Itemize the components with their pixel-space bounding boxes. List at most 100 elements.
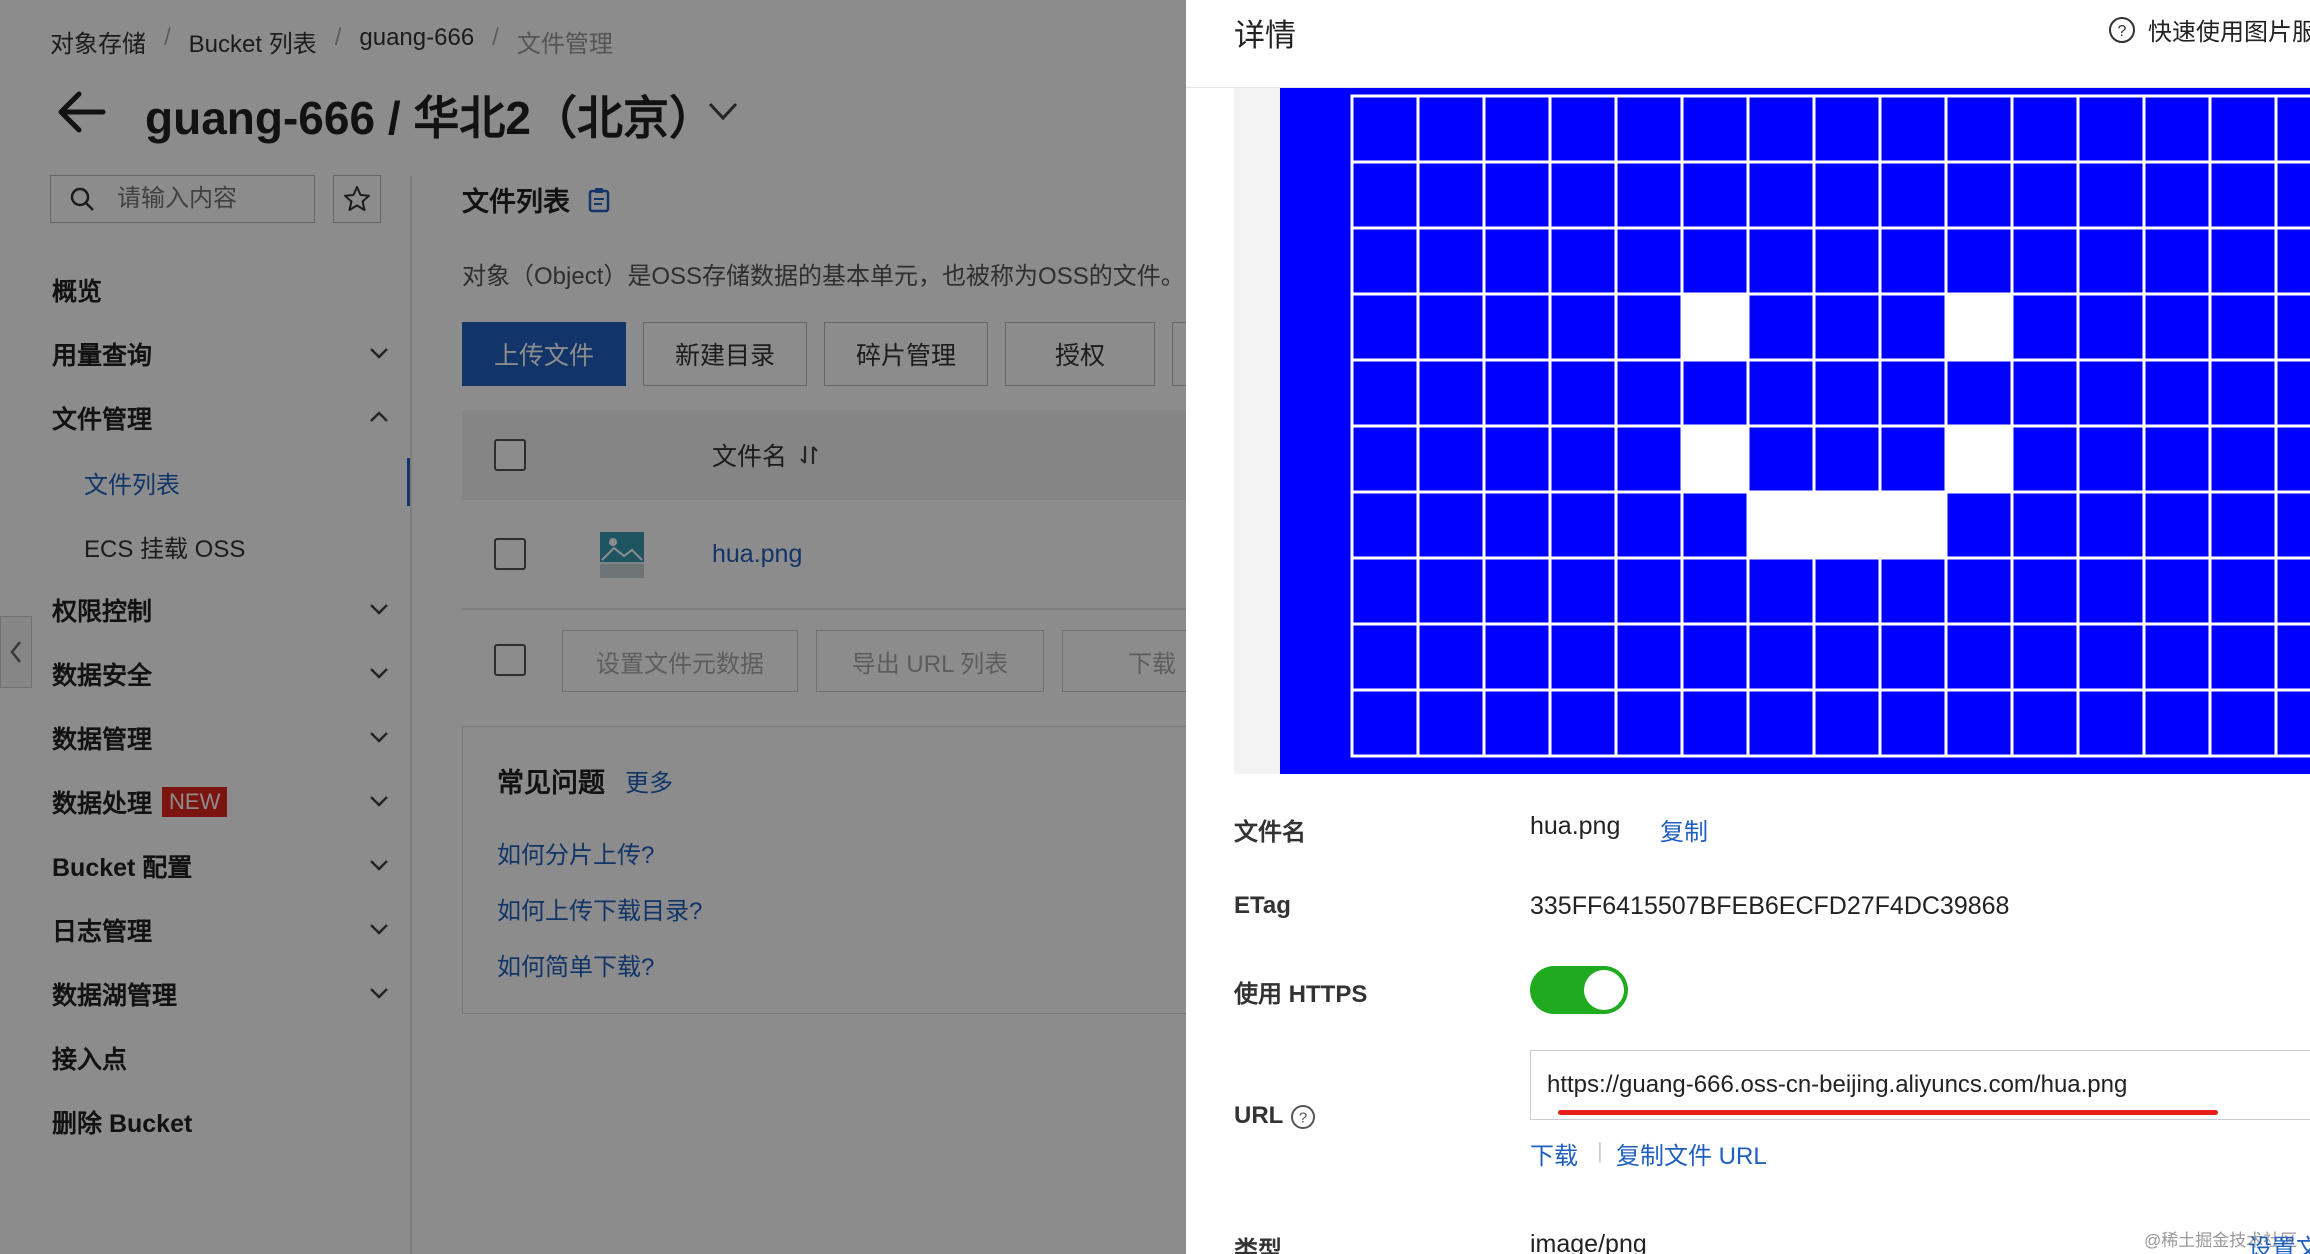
download-link[interactable]: 下载: [1530, 1136, 1578, 1171]
preview-pixel-cell: [2076, 94, 2146, 164]
preview-pixel-cell: [1482, 556, 1552, 626]
preview-pixel-cell: [2142, 490, 2212, 560]
preview-pixel-cell: [1614, 556, 1684, 626]
preview-pixel-cell: [1878, 424, 1948, 494]
preview-pixel-cell: [1416, 490, 1486, 560]
preview-pixel-cell: [1350, 556, 1420, 626]
link-separator: |: [1597, 1138, 1603, 1163]
preview-pixel-cell: [1350, 688, 1420, 758]
url-value[interactable]: https://guang-666.oss-cn-beijing.aliyunc…: [1547, 1071, 2127, 1099]
preview-pixel-cell: [1680, 94, 1750, 164]
preview-pixel-cell: [1350, 160, 1420, 230]
preview-pixel-cell: [1614, 226, 1684, 296]
preview-pixel-cell: [1350, 358, 1420, 428]
filename-label: 文件名: [1234, 819, 1306, 846]
preview-pixel-cell: [2076, 226, 2146, 296]
preview-pixel-cell: [2010, 688, 2080, 758]
preview-pixel-cell: [2274, 424, 2310, 494]
preview-pixel-cell: [2010, 622, 2080, 692]
preview-pixel-cell: [1614, 358, 1684, 428]
https-label: 使用 HTTPS: [1234, 981, 1368, 1008]
preview-pixel-cell: [1746, 556, 1816, 626]
preview-pixel-cell: [2142, 160, 2212, 230]
preview-pixel-cell: [2010, 226, 2080, 296]
preview-pixel-cell: [2208, 358, 2278, 428]
preview-pixel-cell: [1548, 292, 1618, 362]
preview-pixel-cell: [1350, 292, 1420, 362]
preview-pixel-cell: [2142, 622, 2212, 692]
preview-pixel-cell: [1878, 292, 1948, 362]
preview-pixel-cell: [1746, 94, 1816, 164]
svg-text:?: ?: [2118, 23, 2127, 40]
preview-pixel-cell: [1944, 424, 2014, 494]
preview-pixel-cell: [2010, 292, 2080, 362]
preview-pixel-cell: [1548, 622, 1618, 692]
preview-pixel-cell: [1878, 358, 1948, 428]
preview-pixel-cell: [1746, 160, 1816, 230]
type-label: 类型: [1234, 1237, 1282, 1254]
preview-pixel-cell: [2076, 424, 2146, 494]
preview-pixel-cell: [1482, 622, 1552, 692]
preview-pixel-cell: [1944, 490, 2014, 560]
preview-pixel-cell: [1350, 94, 1420, 164]
preview-pixel-cell: [2010, 424, 2080, 494]
set-type-link[interactable]: 设置文: [2248, 1228, 2310, 1254]
image-service-help-link[interactable]: ? 快速使用图片服: [2108, 12, 2310, 47]
preview-pixel-cell: [1416, 226, 1486, 296]
svg-text:?: ?: [1299, 1110, 1307, 1127]
preview-pixel-cell: [2208, 424, 2278, 494]
preview-pixel-cell: [1944, 622, 2014, 692]
preview-pixel-cell: [1482, 292, 1552, 362]
preview-pixel-cell: [1746, 292, 1816, 362]
preview-pixel-cell: [1614, 424, 1684, 494]
preview-pixel-cell: [1680, 556, 1750, 626]
preview-pixel-cell: [1482, 226, 1552, 296]
preview-pixel-cell: [2076, 358, 2146, 428]
preview-pixel-cell: [1548, 556, 1618, 626]
preview-pixel-cell: [1350, 424, 1420, 494]
preview-pixel-cell: [1746, 358, 1816, 428]
preview-pixel-cell: [1416, 94, 1486, 164]
preview-pixel-cell: [1482, 94, 1552, 164]
preview-pixel-cell: [2274, 556, 2310, 626]
copy-filename-link[interactable]: 复制: [1660, 812, 1708, 847]
preview-pixel-cell: [1416, 424, 1486, 494]
filename-value: hua.png: [1530, 812, 1621, 840]
https-toggle[interactable]: [1530, 966, 1628, 1014]
preview-pixel-cell: [1812, 490, 1882, 560]
preview-pixel-cell: [2076, 160, 2146, 230]
preview-pixel-cell: [2208, 292, 2278, 362]
preview-pixel-cell: [2010, 160, 2080, 230]
preview-pixel-cell: [2142, 94, 2212, 164]
preview-pixel-cell: [2274, 622, 2310, 692]
preview-pixel-cell: [1746, 688, 1816, 758]
file-detail-drawer: 详情 ? 快速使用图片服 文件名 hua.png 复制 ETag 335FF64…: [1186, 0, 2310, 1254]
preview-pixel-cell: [1878, 490, 1948, 560]
preview-pixel-cell: [2142, 226, 2212, 296]
preview-pixel-cell: [2142, 292, 2212, 362]
preview-pixel-cell: [1482, 424, 1552, 494]
preview-pixel-cell: [1416, 556, 1486, 626]
copy-url-link[interactable]: 复制文件 URL: [1616, 1136, 1767, 1171]
question-circle-icon: ?: [2109, 16, 2135, 43]
preview-pixel-cell: [2010, 94, 2080, 164]
preview-pixel-cell: [1548, 688, 1618, 758]
preview-pixel-cell: [1812, 94, 1882, 164]
url-help-icon[interactable]: ?: [1290, 1104, 1316, 1130]
toggle-knob: [1584, 970, 1624, 1010]
preview-pixel-cell: [1812, 424, 1882, 494]
preview-pixel-cell: [2274, 688, 2310, 758]
preview-pixel-cell: [1878, 556, 1948, 626]
preview-pixel-cell: [2208, 556, 2278, 626]
etag-value: 335FF6415507BFEB6ECFD27F4DC39868: [1530, 892, 2010, 920]
preview-image: [1280, 88, 2310, 774]
preview-pixel-cell: [1680, 292, 1750, 362]
preview-pixel-cell: [1416, 358, 1486, 428]
modal-overlay[interactable]: [0, 0, 1186, 1254]
preview-pixel-cell: [1878, 160, 1948, 230]
preview-pixel-cell: [1614, 160, 1684, 230]
preview-pixel-cell: [1944, 226, 2014, 296]
preview-pixel-cell: [1944, 688, 2014, 758]
preview-pixel-cell: [1878, 94, 1948, 164]
preview-pixel-cell: [1614, 688, 1684, 758]
